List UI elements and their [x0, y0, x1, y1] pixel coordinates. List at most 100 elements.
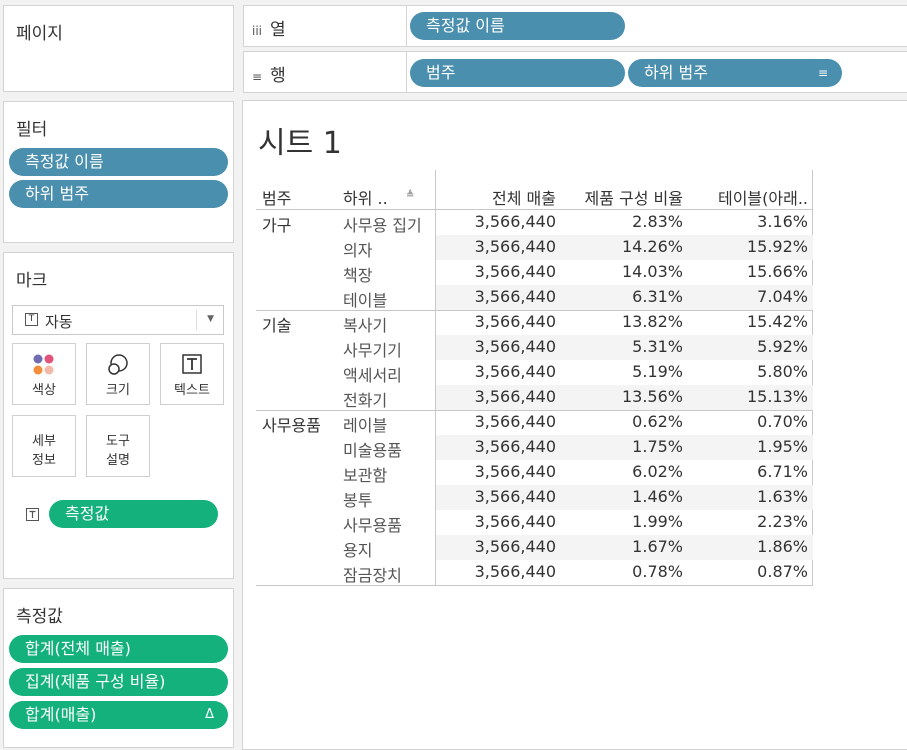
total-sales-cell[interactable]: 3,566,440 — [475, 512, 556, 531]
table-calc-cell[interactable]: 5.92% — [757, 337, 808, 356]
measure-pill-sales-label: 합계(매출) — [25, 705, 97, 724]
total-sales-cell[interactable]: 3,566,440 — [475, 262, 556, 281]
table-calc-cell[interactable]: 15.92% — [747, 237, 808, 256]
mark-type-dropdown[interactable]: T 자동 ▼ — [12, 305, 224, 335]
subcategory-cell[interactable]: 미술용품 — [343, 437, 402, 461]
columns-shelf[interactable]: iii 열 측정값 이름 — [243, 5, 907, 47]
measure-pill-product-ratio[interactable]: 집계(제품 구성 비율) — [9, 668, 228, 696]
total-sales-cell[interactable]: 3,566,440 — [475, 562, 556, 581]
table-calc-cell[interactable]: 1.63% — [757, 487, 808, 506]
detail-button[interactable]: 세부 정보 — [12, 415, 76, 477]
product-ratio-cell[interactable]: 13.56% — [622, 387, 683, 406]
pages-panel[interactable]: 페이지 — [3, 5, 234, 92]
sort-icon[interactable]: ≜ — [406, 190, 414, 201]
filters-title: 필터 — [16, 120, 48, 140]
color-button[interactable]: 색상 — [12, 343, 76, 405]
product-ratio-cell[interactable]: 0.78% — [632, 562, 683, 581]
total-sales-cell[interactable]: 3,566,440 — [475, 537, 556, 556]
table-calc-cell[interactable]: 15.42% — [747, 312, 808, 331]
subcategory-cell[interactable]: 의자 — [343, 237, 372, 261]
measure-pill-sales[interactable]: 합계(매출) Δ — [9, 701, 228, 729]
columns-pill-measure-names[interactable]: 측정값 이름 — [410, 12, 625, 40]
subcategory-cell[interactable]: 사무용 집기 — [343, 212, 422, 236]
table-calc-cell[interactable]: 15.66% — [747, 262, 808, 281]
product-ratio-cell[interactable]: 2.83% — [632, 212, 683, 231]
product-ratio-cell[interactable]: 1.75% — [632, 437, 683, 456]
text-label: 텍스트 — [174, 383, 210, 398]
table-bottom-border — [256, 585, 813, 586]
marks-pill-measure-values[interactable]: 측정값 — [49, 500, 218, 528]
filter-pill-subcategory[interactable]: 하위 범주 — [9, 180, 228, 208]
header-subcategory[interactable]: 하위 .. — [343, 185, 388, 209]
product-ratio-cell[interactable]: 14.03% — [622, 262, 683, 281]
table-calc-cell[interactable]: 0.87% — [757, 562, 808, 581]
subcategory-cell[interactable]: 전화기 — [343, 387, 387, 411]
measure-values-title: 측정값 — [16, 607, 63, 627]
total-sales-cell[interactable]: 3,566,440 — [475, 337, 556, 356]
subcategory-cell[interactable]: 레이블 — [343, 412, 387, 436]
subcategory-cell[interactable]: 책장 — [343, 262, 372, 286]
product-ratio-cell[interactable]: 1.67% — [632, 537, 683, 556]
table-calc-cell[interactable]: 7.04% — [757, 287, 808, 306]
subcategory-cell[interactable]: 보관함 — [343, 462, 387, 486]
pages-title: 페이지 — [16, 24, 63, 44]
total-sales-cell[interactable]: 3,566,440 — [475, 362, 556, 381]
product-ratio-cell[interactable]: 6.02% — [632, 462, 683, 481]
table-calc-cell[interactable]: 3.16% — [757, 212, 808, 231]
product-ratio-cell[interactable]: 0.62% — [632, 412, 683, 431]
table-calc-cell[interactable]: 1.86% — [757, 537, 808, 556]
total-sales-cell[interactable]: 3,566,440 — [475, 312, 556, 331]
category-label[interactable]: 기술 — [262, 312, 291, 336]
rows-pill-subcategory[interactable]: 하위 범주 ≡ — [628, 59, 842, 87]
measure-values-panel[interactable]: 측정값 합계(전체 매출) 집계(제품 구성 비율) 합계(매출) Δ — [3, 588, 234, 748]
measure-pill-total-sales[interactable]: 합계(전체 매출) — [9, 635, 228, 663]
text-icon — [182, 354, 202, 374]
total-sales-cell[interactable]: 3,566,440 — [475, 437, 556, 456]
table-calc-cell[interactable]: 0.70% — [757, 412, 808, 431]
header-table-calc[interactable]: 테이블(아래.. — [718, 185, 808, 209]
total-sales-cell[interactable]: 3,566,440 — [475, 487, 556, 506]
color-label: 색상 — [32, 383, 56, 398]
subcategory-cell[interactable]: 사무기기 — [343, 337, 402, 361]
rows-pill-category[interactable]: 범주 — [410, 59, 625, 87]
header-category[interactable]: 범주 — [262, 185, 291, 209]
detail-label-1: 세부 — [32, 434, 56, 449]
size-button[interactable]: 크기 — [86, 343, 150, 405]
group-divider — [256, 410, 813, 411]
total-sales-cell[interactable]: 3,566,440 — [475, 387, 556, 406]
table-calc-cell[interactable]: 5.80% — [757, 362, 808, 381]
text-button[interactable]: 텍스트 — [160, 343, 224, 405]
total-sales-cell[interactable]: 3,566,440 — [475, 462, 556, 481]
category-label[interactable]: 사무용품 — [262, 412, 321, 436]
product-ratio-cell[interactable]: 14.26% — [622, 237, 683, 256]
product-ratio-cell[interactable]: 1.46% — [632, 487, 683, 506]
subcategory-cell[interactable]: 봉투 — [343, 487, 372, 511]
total-sales-cell[interactable]: 3,566,440 — [475, 237, 556, 256]
table-calc-cell[interactable]: 15.13% — [747, 387, 808, 406]
total-sales-cell[interactable]: 3,566,440 — [475, 287, 556, 306]
header-product-ratio[interactable]: 제품 구성 비율 — [585, 185, 684, 209]
product-ratio-cell[interactable]: 5.31% — [632, 337, 683, 356]
product-ratio-cell[interactable]: 5.19% — [632, 362, 683, 381]
product-ratio-cell[interactable]: 1.99% — [632, 512, 683, 531]
rows-shelf[interactable]: ≡ 행 범주 하위 범주 ≡ — [243, 51, 907, 93]
filters-panel[interactable]: 필터 측정값 이름 하위 범주 — [3, 101, 234, 243]
table-calc-cell[interactable]: 6.71% — [757, 462, 808, 481]
table-calc-cell[interactable]: 2.23% — [757, 512, 808, 531]
total-sales-cell[interactable]: 3,566,440 — [475, 412, 556, 431]
size-label: 크기 — [106, 383, 130, 398]
product-ratio-cell[interactable]: 6.31% — [632, 287, 683, 306]
header-total-sales[interactable]: 전체 매출 — [492, 185, 556, 209]
tooltip-button[interactable]: 도구 설명 — [86, 415, 150, 477]
subcategory-cell[interactable]: 액세서리 — [343, 362, 402, 386]
subcategory-cell[interactable]: 테이블 — [343, 287, 387, 311]
subcategory-cell[interactable]: 사무용품 — [343, 512, 402, 536]
subcategory-cell[interactable]: 복사기 — [343, 312, 387, 336]
filter-pill-measure-names[interactable]: 측정값 이름 — [9, 148, 228, 176]
total-sales-cell[interactable]: 3,566,440 — [475, 212, 556, 231]
subcategory-cell[interactable]: 잠금장치 — [343, 562, 402, 586]
subcategory-cell[interactable]: 용지 — [343, 537, 372, 561]
table-calc-cell[interactable]: 1.95% — [757, 437, 808, 456]
product-ratio-cell[interactable]: 13.82% — [622, 312, 683, 331]
category-label[interactable]: 가구 — [262, 212, 291, 236]
